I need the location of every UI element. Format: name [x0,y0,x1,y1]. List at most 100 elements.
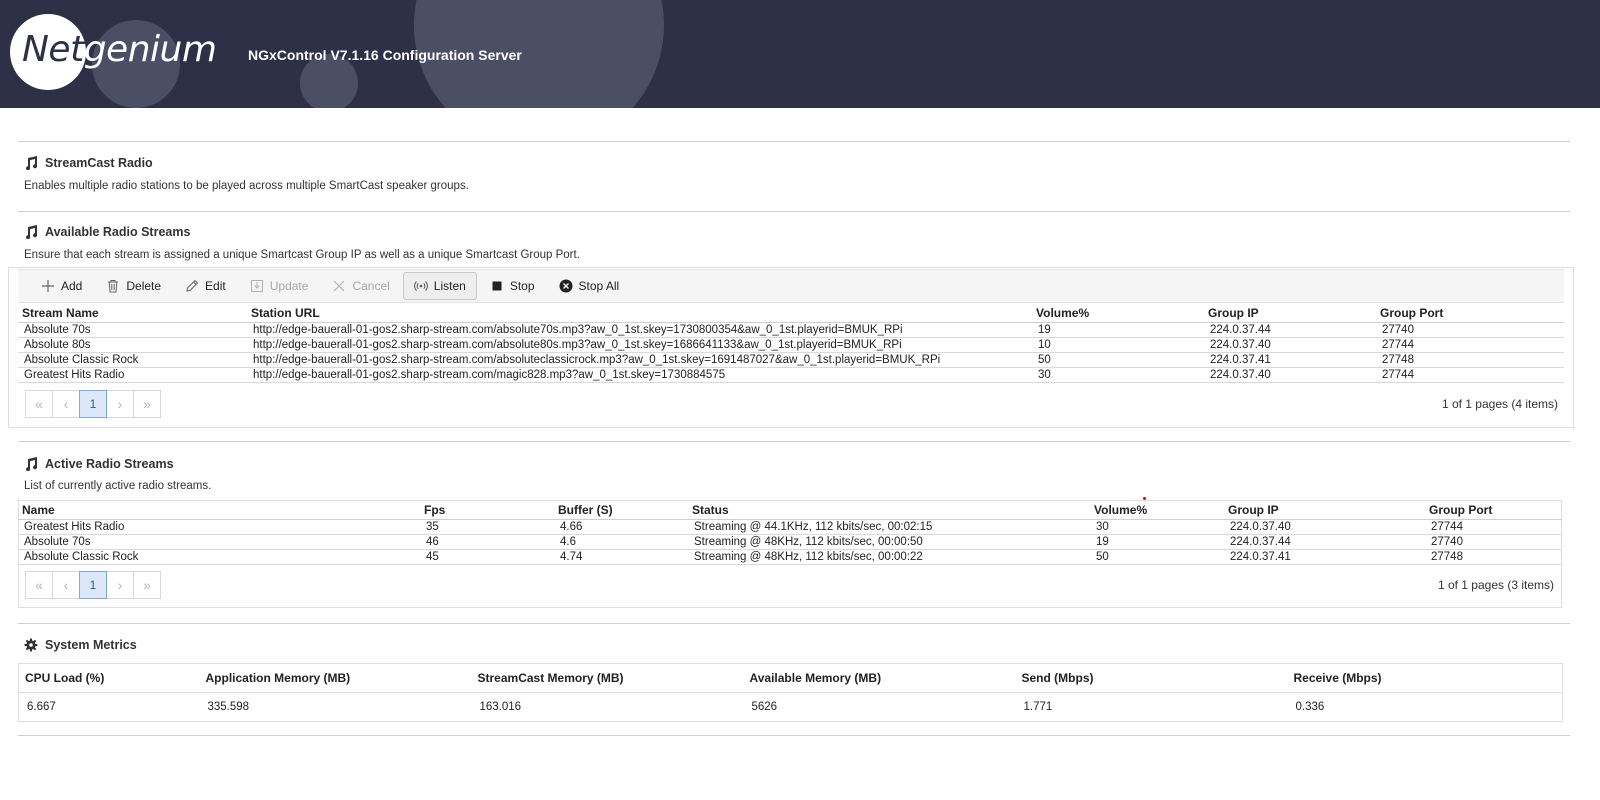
section-title-active: Active Radio Streams [24,457,174,471]
table-row[interactable]: Absolute Classic Rock http://edge-bauera… [18,352,1564,368]
column-header[interactable]: Group Port [1376,304,1564,323]
column-header[interactable]: Status [688,501,1090,520]
section-title-streamcast: StreamCast Radio [24,156,153,170]
group-ip-cell: 224.0.37.44 [1224,534,1425,550]
column-header[interactable]: Group IP [1204,304,1376,323]
listen-button[interactable]: Listen [402,272,477,300]
available-pager: « ‹ 1 › » [25,390,161,418]
table-row[interactable]: Greatest Hits Radio http://edge-bauerall… [18,367,1564,383]
stream-name-cell: Absolute 70s [18,322,247,338]
streamcast-memory-header: StreamCast Memory (MB) [471,663,744,693]
column-header[interactable]: Volume% [1032,304,1204,323]
volume-cell: 30 [1090,519,1224,535]
table-row[interactable]: Absolute Classic Rock 45 4.74 Streaming … [18,549,1562,565]
table-row[interactable]: Greatest Hits Radio 35 4.66 Streaming @ … [18,519,1562,535]
delete-button[interactable]: Delete [95,272,172,300]
volume-cell: 19 [1032,322,1204,338]
save-icon [250,280,263,292]
buffer-cell: 4.6 [554,534,688,550]
divider [18,441,1570,442]
active-streams-table: Name Fps Buffer (S) Status Volume% Group… [18,501,1562,565]
section-title-metrics: System Metrics [24,638,137,652]
buffer-cell: 4.66 [554,519,688,535]
stop-icon [492,281,502,291]
name-cell: Absolute Classic Rock [18,549,420,565]
group-port-cell: 27744 [1425,519,1562,535]
group-port-cell: 27748 [1425,549,1562,565]
fps-cell: 45 [420,549,554,565]
music-note-icon [26,225,38,239]
app-title: NGxControl V7.1.16 Configuration Server [248,47,522,63]
column-header[interactable]: Station URL [247,304,1032,323]
app-header: Netgenium NGxControl V7.1.16 Configurati… [0,0,1600,108]
column-header[interactable]: Stream Name [18,304,247,323]
stop-all-button[interactable]: Stop All [548,272,631,300]
column-header[interactable]: Volume% [1090,501,1224,520]
group-ip-cell: 224.0.37.40 [1204,337,1376,353]
station-url-cell: http://edge-bauerall-01-gos2.sharp-strea… [247,322,1032,338]
pager-last-button[interactable]: » [133,390,161,418]
receive-value: 0.336 [1295,701,1325,713]
app-memory-value: 335.598 [207,701,250,713]
edit-button[interactable]: Edit [174,272,237,300]
station-url-cell: http://edge-bauerall-01-gos2.sharp-strea… [247,367,1032,383]
pager-prev-button[interactable]: ‹ [52,390,80,418]
trash-icon [108,280,119,293]
group-port-cell: 27740 [1425,534,1562,550]
table-header-row: Stream Name Station URL Volume% Group IP… [18,304,1564,323]
broadcast-icon [413,281,428,291]
red-dot-marker [1143,497,1146,500]
column-header[interactable]: Group Port [1425,501,1562,520]
close-icon [334,280,345,292]
group-port-cell: 27748 [1376,352,1564,368]
pager-prev-button[interactable]: ‹ [52,571,80,599]
metrics-header-row: CPU Load (%) Application Memory (MB) Str… [18,663,1563,693]
table-header-row: Name Fps Buffer (S) Status Volume% Group… [18,501,1562,520]
volume-cell: 50 [1090,549,1224,565]
pager-info: 1 of 1 pages (4 items) [1441,397,1558,411]
cancel-button[interactable]: Cancel [321,272,400,300]
pager-first-button[interactable]: « [25,390,53,418]
section-title-available: Available Radio Streams [24,225,190,239]
pager-page-button[interactable]: 1 [79,390,107,418]
fps-cell: 35 [420,519,554,535]
station-url-cell: http://edge-bauerall-01-gos2.sharp-strea… [247,337,1032,353]
pencil-icon [186,279,199,292]
divider [18,211,1570,212]
station-url-cell: http://edge-bauerall-01-gos2.sharp-strea… [247,352,1032,368]
column-header[interactable]: Name [18,501,420,520]
group-ip-cell: 224.0.37.41 [1204,352,1376,368]
table-row[interactable]: Absolute 70s http://edge-bauerall-01-gos… [18,322,1564,338]
available-memory-value: 5626 [751,701,778,713]
app-memory-header: Application Memory (MB) [199,663,472,693]
column-header[interactable]: Buffer (S) [554,501,688,520]
pager-next-button[interactable]: › [106,390,134,418]
add-button[interactable]: Add [30,272,93,300]
column-header[interactable]: Group IP [1224,501,1425,520]
cpu-load-header: CPU Load (%) [18,663,200,693]
table-row[interactable]: Absolute 80s http://edge-bauerall-01-gos… [18,337,1564,353]
pager-last-button[interactable]: » [133,571,161,599]
stream-name-cell: Greatest Hits Radio [18,367,247,383]
group-port-cell: 27744 [1376,337,1564,353]
pager-page-button[interactable]: 1 [79,571,107,599]
name-cell: Greatest Hits Radio [18,519,420,535]
group-port-cell: 27740 [1376,322,1564,338]
update-button[interactable]: Update [239,272,320,300]
music-note-icon [26,457,38,471]
cpu-load-value: 6.667 [27,701,56,713]
music-note-icon [26,156,38,170]
table-row[interactable]: Absolute 70s 46 4.6 Streaming @ 48KHz, 1… [18,534,1562,550]
volume-cell: 30 [1032,367,1204,383]
available-memory-header: Available Memory (MB) [743,663,1016,693]
pager-next-button[interactable]: › [106,571,134,599]
divider [18,623,1570,624]
send-header: Send (Mbps) [1015,663,1288,693]
group-port-cell: 27744 [1376,367,1564,383]
stop-button[interactable]: Stop [479,272,546,300]
fps-cell: 46 [420,534,554,550]
pager-first-button[interactable]: « [25,571,53,599]
divider [18,141,1570,142]
column-header[interactable]: Fps [420,501,554,520]
send-value: 1.771 [1023,701,1053,713]
